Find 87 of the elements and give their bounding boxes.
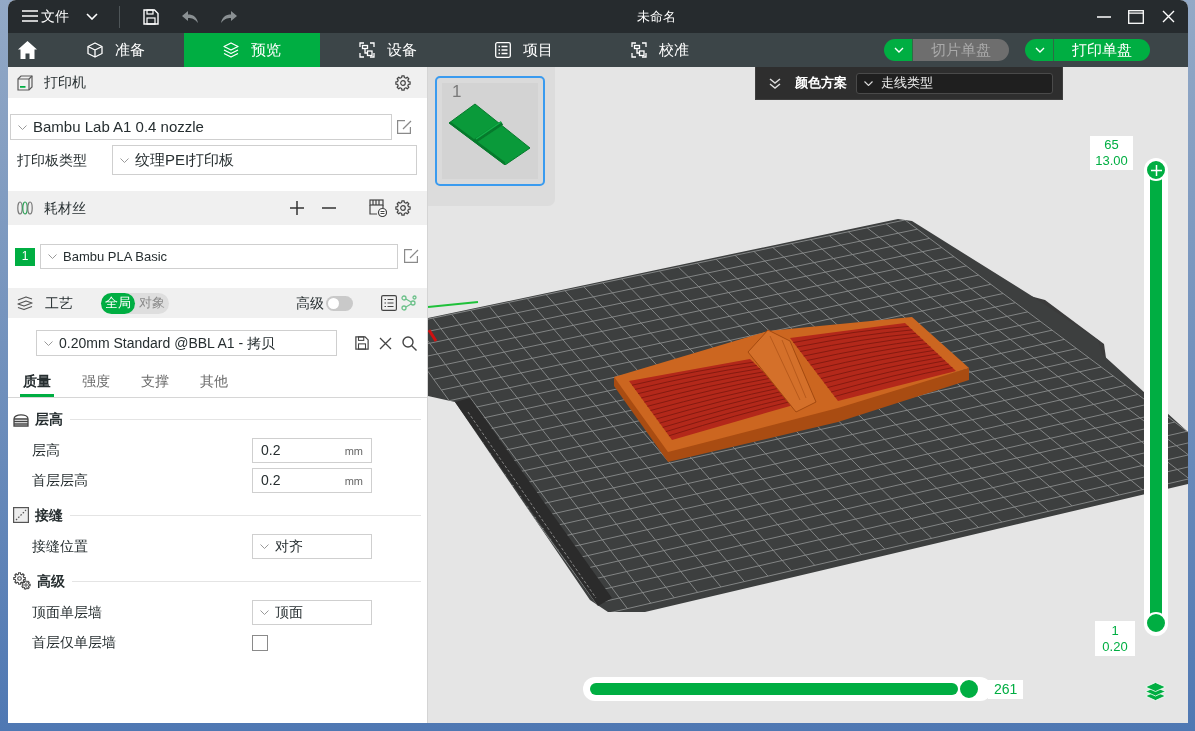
process-preset-dropdown[interactable]: 0.20mm Standard @BBL A1 - 拷贝 <box>36 330 337 356</box>
section-title: 工艺 <box>45 294 73 312</box>
nodes-icon[interactable] <box>401 295 417 311</box>
layer-height: 13.00 <box>1095 153 1128 169</box>
file-menu-button[interactable]: 文件 <box>22 8 69 25</box>
filament-dropdown[interactable]: Bambu PLA Basic <box>40 244 398 269</box>
search-icon[interactable] <box>402 335 417 351</box>
panel-label: 颜色方案 <box>795 75 847 91</box>
option-label: 层高 <box>32 442 61 459</box>
slider-handle[interactable] <box>1145 159 1167 181</box>
nav-tab[interactable]: 项目 <box>456 33 592 67</box>
caret-icon <box>120 157 129 163</box>
edit-icon[interactable] <box>404 249 419 264</box>
list-icon <box>495 42 511 58</box>
collapse-icon[interactable] <box>769 77 781 89</box>
number-field[interactable]: 0.2 mm <box>252 438 372 463</box>
printer-dropdown[interactable]: Bambu Lab A1 0.4 nozzle <box>10 114 392 140</box>
caret-icon <box>894 47 904 53</box>
maximize-icon[interactable] <box>1128 9 1144 24</box>
caret-icon <box>1035 47 1045 53</box>
settings-tab[interactable]: 支撑 <box>138 366 172 397</box>
settings-tab[interactable]: 其他 <box>197 366 231 397</box>
plate-number: 1 <box>452 83 462 100</box>
gears-icon <box>13 572 31 590</box>
layer-height: 0.20 <box>1102 638 1128 655</box>
group-title: 层高 <box>35 410 63 428</box>
seam-icon <box>13 507 29 523</box>
dropdown-button[interactable] <box>1025 39 1054 61</box>
plate-type-dropdown[interactable]: 纹理PEI打印板 <box>112 145 417 175</box>
caret-icon <box>18 124 27 130</box>
edit-icon[interactable] <box>397 119 412 135</box>
minimize-icon[interactable] <box>1097 15 1111 18</box>
slider-handle[interactable] <box>958 678 980 700</box>
checkbox[interactable] <box>252 634 268 651</box>
dropdown[interactable]: 对齐 <box>252 534 372 559</box>
caret-icon[interactable] <box>86 13 98 20</box>
cube-icon <box>87 42 103 58</box>
nav-tab[interactable]: 准备 <box>48 33 184 67</box>
save-icon[interactable] <box>355 336 369 350</box>
move-count-tooltip: 261 <box>988 680 1024 699</box>
dropdown-button[interactable] <box>884 39 913 61</box>
slider-handle[interactable] <box>1145 612 1167 634</box>
home-icon[interactable] <box>18 41 37 59</box>
caret-icon <box>260 544 269 549</box>
field-label: 打印板类型 <box>17 151 88 169</box>
layers-icon <box>17 295 33 311</box>
caret-icon <box>260 610 269 615</box>
option-label: 首层层高 <box>32 472 89 489</box>
layer-number: 65 <box>1104 137 1119 153</box>
window-title: 未命名 <box>637 8 676 25</box>
option-label: 接缝位置 <box>32 538 89 555</box>
printer-sync-icon[interactable] <box>369 199 387 217</box>
device-icon <box>359 42 375 58</box>
number-field[interactable]: 0.2 mm <box>252 468 372 493</box>
nav-tab[interactable]: 设备 <box>320 33 456 67</box>
settings-icon[interactable] <box>395 74 411 91</box>
toggle-switch[interactable] <box>326 295 353 311</box>
device-icon <box>631 42 647 58</box>
layers-icon[interactable] <box>1145 682 1166 701</box>
menu-icon <box>22 10 38 23</box>
redo-icon[interactable] <box>221 10 237 23</box>
option-label: 首层仅单层墙 <box>32 634 117 651</box>
layer-stack-icon <box>13 411 29 427</box>
layers-icon <box>223 42 239 58</box>
settings-tab[interactable]: 质量 <box>20 366 54 397</box>
switch-label: 高级 <box>296 294 324 312</box>
section-title: 打印机 <box>44 74 86 91</box>
color-scheme-dropdown[interactable]: 走线类型 <box>856 72 1053 94</box>
plus-icon <box>1150 164 1162 176</box>
group-title: 高级 <box>37 572 65 590</box>
caret-icon <box>44 340 53 346</box>
close-icon[interactable] <box>379 336 392 350</box>
list-icon[interactable] <box>381 295 397 311</box>
group-title: 接缝 <box>35 506 63 524</box>
settings-icon[interactable] <box>395 200 411 216</box>
option-label: 顶面单层墙 <box>32 604 103 621</box>
dropdown[interactable]: 顶面 <box>252 600 372 625</box>
section-title: 耗材丝 <box>44 199 86 217</box>
plus-icon[interactable] <box>290 201 304 215</box>
undo-icon[interactable] <box>182 10 198 23</box>
nav-tab[interactable]: 校准 <box>592 33 728 67</box>
filament-icon <box>17 201 33 215</box>
caret-icon <box>864 80 873 86</box>
settings-tab[interactable]: 强度 <box>79 366 113 397</box>
printer-icon <box>17 74 33 91</box>
layer-number: 1 <box>1111 622 1119 639</box>
caret-icon <box>48 254 57 259</box>
